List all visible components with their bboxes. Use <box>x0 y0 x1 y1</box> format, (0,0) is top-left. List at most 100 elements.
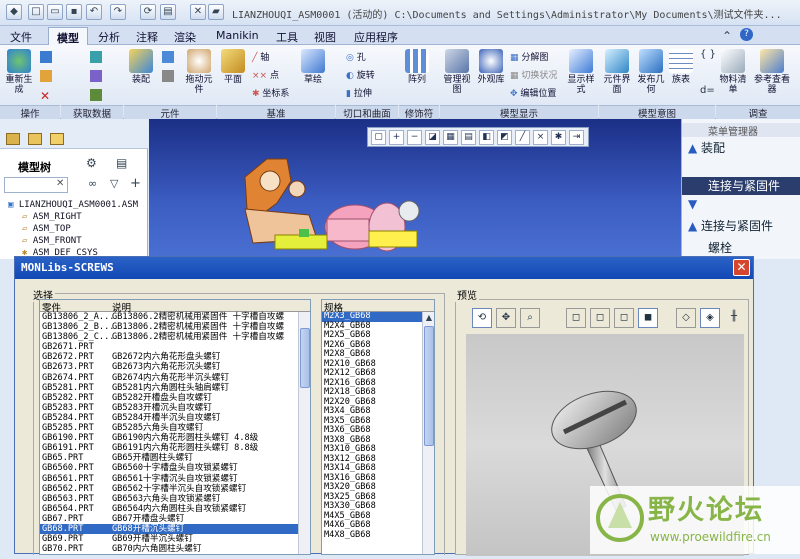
group-investigate[interactable]: 调查 <box>716 105 800 120</box>
open-folder-icon[interactable]: ▭ <box>47 4 63 20</box>
bom-button[interactable]: 物料清单 <box>716 47 750 101</box>
part-row[interactable]: GB13806_2_B... GB13806.2精密机械用紧固件 十字槽自攻螺 <box>40 322 310 332</box>
part-row[interactable]: GB6191.PRT GB6191内六角花形圆柱头螺钉 8.8级 <box>40 443 310 453</box>
part-row[interactable]: GB6561.PRT GB6561十字槽沉头自攻锁紧螺钉 <box>40 474 310 484</box>
menu-item-assembly[interactable]: ▲ 装配 <box>682 139 800 156</box>
filter-funnel-icon[interactable]: ▽ <box>110 177 118 190</box>
tree-item-asm-front[interactable]: ▱ ASM_FRONT <box>22 236 82 248</box>
window-icon[interactable]: ▤ <box>160 4 176 20</box>
extrude-button[interactable]: ▮ 拉伸 <box>346 86 372 99</box>
part-row[interactable]: GB13806_2_C... GB13806.2精密机械用紧固件 十字槽自攻螺 <box>40 332 310 342</box>
tree-item-asm-right[interactable]: ▱ ASM_RIGHT <box>22 212 82 224</box>
appearance-gallery-button[interactable]: 外观库 <box>474 47 508 101</box>
regenerate-button[interactable]: 重新生成 <box>2 47 36 101</box>
favorites-tab-icon[interactable] <box>50 133 64 145</box>
part-row[interactable]: GB6560.PRT GB6560十字槽盘头自攻锁紧螺钉 <box>40 463 310 473</box>
group-get-data[interactable]: 获取数据 <box>61 105 123 120</box>
tab-render[interactable]: 渲染 <box>166 27 204 45</box>
part-row[interactable]: GB2672.PRT GB2672内六角花形盘头螺钉 <box>40 352 310 362</box>
menu-item-connection-fastener[interactable]: ▲ 连接与紧固件 <box>682 217 800 234</box>
part-row[interactable]: GB2674.PRT GB2674内六角花形半沉头螺钉 <box>40 373 310 383</box>
group-modifiers[interactable]: 修饰符 <box>399 105 439 120</box>
tab-model[interactable]: 模型 <box>48 27 88 45</box>
part-row[interactable]: GB13806_2_A... GB13806.2精密机械用紧固件 十字槽自攻螺 <box>40 312 310 322</box>
group-operations[interactable]: 操作 <box>0 105 60 120</box>
part-row[interactable]: GB5283.PRT GB5283开槽沉头自攻螺钉 <box>40 403 310 413</box>
col-header-spec[interactable]: 规格 <box>324 300 343 314</box>
part-row[interactable]: GB5281.PRT GB5281内六角圆柱头轴肩螺钉 <box>40 383 310 393</box>
part-row[interactable]: GB6190.PRT GB6190内六角花形圆柱头螺钉 4.8级 <box>40 433 310 443</box>
display-style-button[interactable]: 显示样式 <box>564 47 598 101</box>
spec-row[interactable]: M4X8_GB68 <box>322 530 434 541</box>
tab-manikin[interactable]: Manikin <box>208 27 267 45</box>
menu-item-connection-fastener-selected[interactable]: 连接与紧固件 <box>682 177 800 195</box>
front-view-icon[interactable]: ◻ <box>566 308 586 328</box>
zoom-icon[interactable]: ⌕ <box>520 308 540 328</box>
group-model-display[interactable]: 模型显示 <box>440 105 598 120</box>
part-row[interactable]: GB2673.PRT GB2673内六角花形沉头螺钉 <box>40 362 310 372</box>
component-interface-button[interactable]: 元件界面 <box>600 47 634 101</box>
part-row[interactable]: GB65.PRT GB65开槽圆柱头螺钉 <box>40 453 310 463</box>
manage-views-button[interactable]: 管理视图 <box>440 47 474 101</box>
part-row[interactable]: GB5285.PRT GB5285六角头自攻螺钉 <box>40 423 310 433</box>
tree-item-asm-top[interactable]: ▱ ASM_TOP <box>22 224 71 236</box>
part-row[interactable]: GB5282.PRT GB5282开槽盘头自攻螺钉 <box>40 393 310 403</box>
merge-icon[interactable] <box>90 89 102 101</box>
part-row[interactable]: GB2671.PRT <box>40 342 310 352</box>
part-row[interactable]: GB6564.PRT GB6564内六角圆柱头自攻锁紧螺钉 <box>40 504 310 514</box>
parameters-icon[interactable]: { } <box>700 49 716 60</box>
top-view-icon[interactable]: ◻ <box>590 308 610 328</box>
hole-button[interactable]: ◎ 孔 <box>346 50 366 63</box>
undo-icon[interactable]: ↶ <box>86 4 102 20</box>
regenerate-small-icon[interactable]: ⟳ <box>140 4 156 20</box>
part-row[interactable]: GB69.PRT GB69开槽半沉头螺钉 <box>40 534 310 544</box>
shaded-view-icon[interactable]: ◼ <box>638 308 658 328</box>
user-defined-feature-icon[interactable] <box>90 51 102 63</box>
family-table-button[interactable]: 族表 <box>664 47 698 101</box>
group-datum[interactable]: 基准 <box>217 105 335 120</box>
group-cuts-surfaces[interactable]: 切口和曲面 <box>336 105 398 120</box>
axis-button[interactable]: ╱ 轴 <box>252 50 269 63</box>
tab-applications[interactable]: 应用程序 <box>346 27 406 45</box>
tree-item-assembly[interactable]: ▣ LIANZHOUQI_ASM0001.ASM <box>8 200 138 212</box>
part-list-scrollbar[interactable] <box>298 312 310 554</box>
shrinkwrap-icon[interactable] <box>90 70 102 82</box>
spec-list-scroll-thumb[interactable] <box>424 326 434 446</box>
spin-icon[interactable]: ⟲ <box>472 308 492 328</box>
copy-icon[interactable] <box>40 51 52 63</box>
sketch-button[interactable]: 草绘 <box>296 47 330 101</box>
help-icon[interactable]: ? <box>740 28 753 41</box>
drag-components-button[interactable]: 拖动元件 <box>182 47 216 101</box>
tab-view[interactable]: 视图 <box>306 27 344 45</box>
side-view-icon[interactable]: ◻ <box>614 308 634 328</box>
revolve-button[interactable]: ◐ 旋转 <box>346 68 375 81</box>
tab-analysis[interactable]: 分析 <box>90 27 128 45</box>
close-window-icon[interactable]: ✕ <box>190 4 206 20</box>
edit-position-button[interactable]: ✥ 编辑位置 <box>510 86 556 99</box>
plane-button[interactable]: 平面 <box>216 47 250 101</box>
part-row[interactable]: GB6562.PRT GB6562十字槽半沉头自攻锁紧螺钉 <box>40 484 310 494</box>
clear-search-icon[interactable]: ✕ <box>56 178 64 189</box>
hidden-line-icon[interactable]: ◈ <box>700 308 720 328</box>
tree-filter-icon[interactable]: ▤ <box>116 156 127 170</box>
tab-file[interactable]: 文件 <box>2 27 40 45</box>
ruler-icon[interactable]: ╫ <box>724 308 744 328</box>
create-component-icon[interactable] <box>162 51 174 63</box>
add-column-icon[interactable]: + <box>130 176 141 191</box>
part-row[interactable]: GB6563.PRT GB6563六角头自攻锁紧螺钉 <box>40 494 310 504</box>
csys-button[interactable]: ✱ 坐标系 <box>252 86 289 99</box>
menu-item-bolt[interactable]: 螺栓 <box>682 239 800 256</box>
repeat-icon[interactable] <box>162 70 174 82</box>
menu-expand-down[interactable]: ▼ <box>682 197 800 211</box>
model-tree-tab-icon[interactable] <box>6 133 20 145</box>
graphics-viewport[interactable]: ▢ + − ◪ ▦ ▤ ◧ ◩ ╱ × ✱ ⇥ <box>149 119 681 259</box>
folder-icon[interactable]: ▰ <box>208 4 224 20</box>
wireframe-icon[interactable]: ◇ <box>676 308 696 328</box>
part-row[interactable]: GB67.PRT GB67开槽盘头螺钉 <box>40 514 310 524</box>
point-button[interactable]: ×× 点 <box>252 68 279 81</box>
spec-list-scrollbar[interactable]: ▲ <box>422 312 434 554</box>
group-model-intent[interactable]: 模型意图 <box>599 105 715 120</box>
delete-icon[interactable]: ✕ <box>40 89 50 103</box>
redo-icon[interactable]: ↷ <box>110 4 126 20</box>
dialog-close-icon[interactable]: ✕ <box>733 259 750 276</box>
